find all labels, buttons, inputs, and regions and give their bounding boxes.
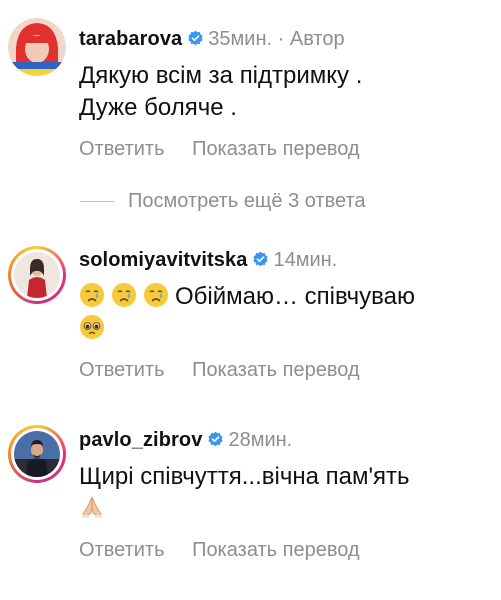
username[interactable]: solomiyavitvitska [79,249,247,271]
username[interactable]: tarabarova [79,28,182,50]
comment-time: 14мин. [273,249,338,271]
comment-text-line: Дякую всім за підтримку . [79,62,363,89]
show-translation-button[interactable]: Показать перевод [192,359,360,381]
comment-text-line: Дуже боляче . [79,94,237,121]
avatar-solomiyavitvitska[interactable] [8,246,66,304]
view-more-replies-label: Посмотреть ещё 3 ответа [128,190,366,212]
avatar-image [14,431,60,477]
comment-time: 35мин. [208,28,273,50]
avatar-frame [11,428,63,480]
pleading-face-icon [80,315,104,339]
verified-icon [188,30,203,46]
avatar-image [14,252,60,298]
comment-header: pavlo_zibrov 28мин. [79,427,292,453]
reply-button[interactable]: Ответить [79,138,165,160]
verified-icon [253,251,269,267]
meta-separator: · [277,28,285,50]
avatar-pavlo-zibrov[interactable] [8,425,66,483]
avatar-tarabarova[interactable] [8,18,66,76]
comment-text-line: Щирі співчуття...вічна пам'ять [79,463,410,490]
avatar-frame [11,249,63,301]
reply-button[interactable]: Ответить [79,359,165,381]
author-tag: Автор [289,28,345,50]
comment-text-line [79,493,410,525]
comment-text: Обіймаю… співчуваю [79,281,415,345]
comment-time: 28мин. [228,429,293,451]
comment-header: tarabarova 35мин. · Автор [79,26,345,52]
comment-text-line [79,313,415,345]
reply-button[interactable]: Ответить [79,539,165,561]
show-translation-button[interactable]: Показать перевод [192,539,360,561]
comment-text: Дякую всім за підтримку . Дуже боляче . [79,60,362,124]
crying-face-icon [144,283,168,307]
show-translation-button[interactable]: Показать перевод [192,138,360,160]
comment-text-content: Обіймаю… співчуваю [175,283,415,310]
crying-face-icon [80,283,104,307]
folded-hands-icon [82,496,102,518]
crying-face-icon [112,283,136,307]
comment-header: solomiyavitvitska 14мин. [79,247,337,273]
comment-actions: Ответить Показать перевод [79,537,382,563]
avatar-image [8,18,66,76]
comment-actions: Ответить Показать перевод [79,357,382,383]
view-more-replies-button[interactable]: Посмотреть ещё 3 ответа [80,188,366,214]
reply-thread-line [80,201,114,203]
comment-actions: Ответить Показать перевод [79,136,382,162]
username[interactable]: pavlo_zibrov [79,429,202,451]
comment-text: Щирі співчуття...вічна пам'ять [79,461,410,525]
verified-icon [208,431,224,447]
comment-text-line: Обіймаю… співчуваю [79,281,415,313]
